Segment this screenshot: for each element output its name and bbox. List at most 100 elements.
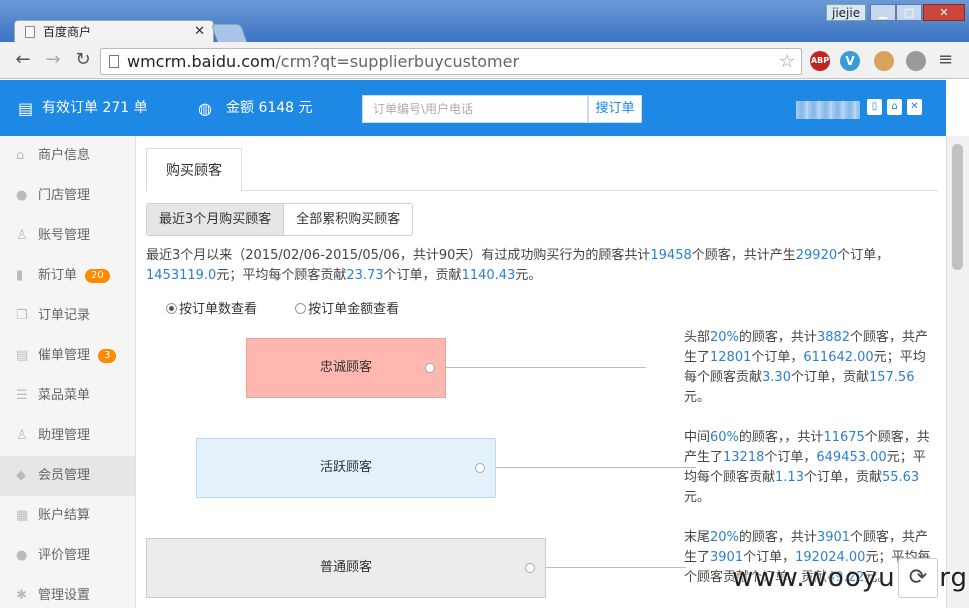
connector-dot	[425, 363, 435, 373]
adblock-icon[interactable]: ABP	[810, 51, 830, 71]
tab-title: 百度商户	[43, 25, 92, 39]
minimize-button[interactable]: ▁	[870, 4, 896, 21]
period-segment: 最近3个月购买顾客 全部累积购买顾客	[146, 203, 414, 236]
sidebar-item-label: 新订单	[38, 268, 78, 283]
connector-dot	[475, 463, 485, 473]
sidebar-item-members[interactable]: ◆ 会员管理	[0, 456, 135, 496]
valid-orders-label: 有效订单 271 单	[42, 100, 148, 116]
tools-icon[interactable]: ✕	[907, 99, 922, 115]
desc-text: 个订单，	[764, 450, 817, 465]
desc-avg: 3.30	[762, 370, 791, 385]
sidebar-item-label: 账户结算	[38, 508, 91, 523]
sidebar-item-label: 催单管理	[38, 348, 91, 363]
sidebar-item-reminders[interactable]: ▤ 催单管理 3	[0, 336, 135, 376]
desc-avg-amount: 157.56	[868, 370, 915, 385]
v-extension-icon[interactable]: V	[840, 51, 860, 71]
desc-text: 元。	[684, 390, 711, 405]
profile-name[interactable]: jiejie	[826, 4, 867, 21]
cookie-icon[interactable]	[874, 51, 894, 71]
sidebar-item-label: 账号管理	[38, 228, 91, 243]
page-icon	[109, 55, 119, 68]
avg-orders: 23.73	[346, 268, 384, 283]
total-amount: 1453119.0	[146, 268, 217, 283]
search-orders-button[interactable]: 搜订单	[588, 95, 642, 123]
sidebar: ⌂ 商户信息 ● 门店管理 ♙ 账号管理 ▮ 新订单 20 ❐ 订单记录 ▤ 催单管理 3 ☰ 菜…	[0, 136, 136, 608]
scrollbar-thumb[interactable]	[952, 144, 963, 270]
sidebar-item-new-orders[interactable]: ▮ 新订单 20	[0, 256, 135, 296]
desc-text: 的顾客，共计	[738, 530, 817, 545]
reload-icon[interactable]: ↻	[72, 50, 94, 70]
connector-line	[446, 367, 646, 368]
menu-icon[interactable]: ≡	[938, 49, 953, 70]
home-icon[interactable]: ⌂	[887, 99, 902, 115]
close-window-button[interactable]: ✕	[923, 4, 965, 21]
sidebar-item-store[interactable]: ● 门店管理	[0, 176, 135, 216]
desc-count: 3901	[816, 530, 851, 545]
sidebar-item-reviews[interactable]: ● 评价管理	[0, 536, 135, 576]
new-tab-button[interactable]	[210, 24, 248, 42]
desc-amount: 611642.00	[803, 350, 874, 365]
segment-active-customers[interactable]: 活跃顾客	[196, 438, 496, 498]
segment-label: 普通顾客	[319, 560, 372, 575]
desc-text: 头部	[684, 330, 711, 345]
sidebar-item-merchant-info[interactable]: ⌂ 商户信息	[0, 136, 135, 176]
sidebar-item-label: 评价管理	[38, 548, 91, 563]
url-host: wmcrm.baidu.com	[127, 52, 276, 71]
avg-amount: 1140.43	[461, 268, 516, 283]
tab-bar: 购买顾客	[146, 148, 938, 192]
title-bar: 百度商户 ✕ jiejie ▁ □ ✕	[0, 0, 969, 42]
user-icon: ♙	[16, 428, 28, 443]
order-search-input[interactable]: 订单编号\用户电话	[362, 95, 588, 123]
segment-label: 忠诚顾客	[319, 360, 372, 375]
refresh-button[interactable]: ⟳	[898, 558, 938, 598]
segment-description: 头部20%的顾客，共计3882个顾客，共产生了12801个订单，611642.0…	[684, 328, 938, 408]
radio-selected-icon	[166, 303, 177, 314]
segment-loyal-customers[interactable]: 忠诚顾客	[246, 338, 446, 398]
comment-icon: ●	[16, 548, 28, 563]
mobile-icon[interactable]: ▯	[867, 99, 882, 115]
sidebar-item-label: 菜品菜单	[38, 388, 91, 403]
segment-regular-customers[interactable]: 普通顾客	[146, 538, 546, 598]
desc-text: 元。	[684, 490, 711, 505]
desc-avg: 1.13	[775, 470, 804, 485]
summary-prefix: 最近3个月以来（2015/02/06-2015/05/06，共计90天）有过成功…	[146, 248, 651, 263]
page-scrollbar[interactable]	[946, 136, 969, 608]
user-icon: ♙	[16, 228, 28, 243]
sidebar-item-label: 助理管理	[38, 428, 91, 443]
connector-line	[546, 567, 686, 568]
bookmark-icon: ▮	[16, 268, 24, 283]
gear-icon: ✱	[16, 588, 27, 603]
summary-text: 最近3个月以来（2015/02/06-2015/05/06，共计90天）有过成功…	[146, 246, 936, 286]
address-bar[interactable]: wmcrm.baidu.com/crm?qt=supplierbuycustom…	[100, 48, 802, 75]
sidebar-item-settings[interactable]: ✱ 管理设置	[0, 576, 135, 608]
close-tab-icon[interactable]: ✕	[194, 21, 205, 43]
maximize-button[interactable]: □	[896, 4, 922, 21]
segment-description: 中间60%的顾客，，共计11675个顾客，共产生了13218个订单，649453…	[684, 428, 938, 508]
connector-line	[496, 467, 696, 468]
radio-by-orders[interactable]: 按订单数查看	[166, 298, 257, 317]
recent-3-months-button[interactable]: 最近3个月购买顾客	[147, 204, 285, 235]
sidebar-item-assistant[interactable]: ♙ 助理管理	[0, 416, 135, 456]
radio-by-amount[interactable]: 按订单金额查看	[295, 298, 399, 317]
forward-icon[interactable]: →	[42, 50, 64, 70]
bookmark-star-icon[interactable]: ☆	[779, 49, 795, 74]
sidebar-item-account[interactable]: ♙ 账号管理	[0, 216, 135, 256]
sidebar-item-label: 会员管理	[38, 468, 91, 483]
desc-orders: 13218	[723, 450, 765, 465]
tab-buy-customers[interactable]: 购买顾客	[146, 148, 242, 192]
globe-icon[interactable]	[906, 51, 926, 71]
summary-suffix: 元。	[515, 268, 542, 283]
desc-text: 末尾	[684, 530, 711, 545]
radio-unselected-icon	[295, 303, 307, 314]
location-icon: ●	[16, 188, 28, 203]
masked-account-name	[796, 101, 860, 119]
desc-text: 的顾客，共计	[738, 330, 817, 345]
sidebar-item-menu[interactable]: ☰ 菜品菜单	[0, 376, 135, 416]
sidebar-item-order-records[interactable]: ❐ 订单记录	[0, 296, 135, 336]
coins-icon: ◍	[198, 99, 212, 118]
all-time-button[interactable]: 全部累积购买顾客	[284, 204, 413, 235]
browser-tab[interactable]: 百度商户 ✕	[14, 20, 214, 42]
back-icon[interactable]: ←	[12, 50, 34, 70]
desc-amount: 649453.00	[816, 450, 887, 465]
sidebar-item-settlement[interactable]: ▦ 账户结算	[0, 496, 135, 536]
